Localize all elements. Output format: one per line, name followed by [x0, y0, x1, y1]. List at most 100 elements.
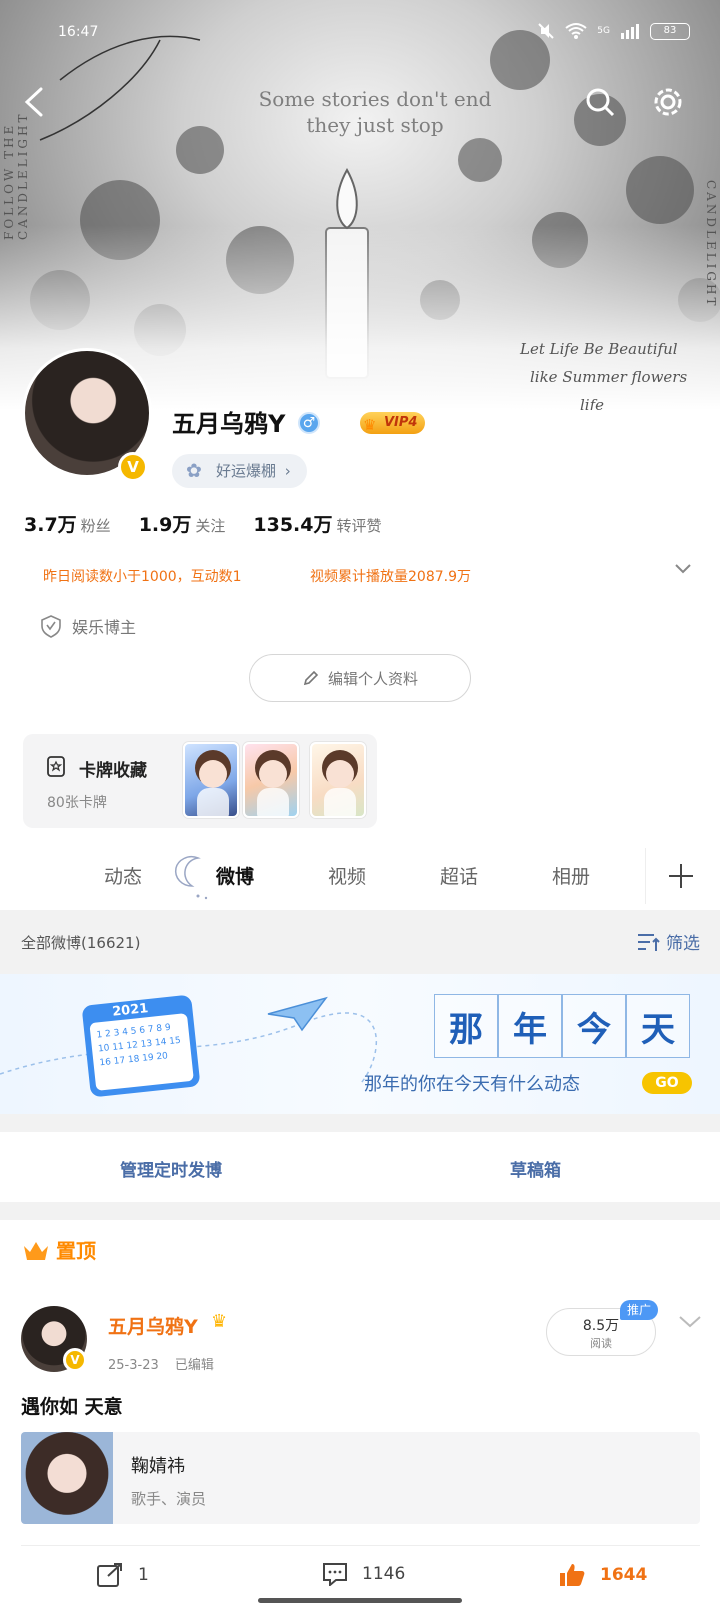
- paper-plane-icon: [267, 996, 328, 1032]
- status-time: 16:47: [58, 24, 99, 40]
- on-this-day-subtitle: 那年的你在今天有什么动态: [364, 1074, 580, 1095]
- all-posts-count: 全部微博(16621): [21, 934, 141, 952]
- drafts-button[interactable]: 草稿箱: [510, 1156, 561, 1181]
- stat-label: 转评赞: [336, 517, 382, 535]
- profile-username: 五月乌鸦Y: [172, 410, 286, 438]
- tab-super-topic[interactable]: 超话: [440, 862, 478, 889]
- read-stats-text: 昨日阅读数小于1000，互动数1: [43, 569, 242, 585]
- crown-icon: [24, 1241, 48, 1260]
- home-indicator: [258, 1598, 462, 1603]
- card-collection[interactable]: 卡牌收藏 80张卡牌: [23, 734, 377, 828]
- post-management-bar: 管理定时发博 草稿箱: [0, 1132, 720, 1202]
- role-tag: 娱乐博主: [40, 614, 136, 638]
- comment-count: 1146: [362, 1564, 406, 1584]
- like-button[interactable]: 1644: [558, 1562, 647, 1588]
- section-divider: [0, 1114, 720, 1132]
- moon-decoration-icon: [174, 856, 208, 900]
- tab-weibo[interactable]: 微博: [216, 862, 254, 889]
- video-stats-text: 视频累计播放量2087.9万: [310, 569, 471, 585]
- status-bar: 16:47 5G 83: [0, 22, 720, 46]
- like-count: 1644: [600, 1565, 648, 1585]
- banner-quote-line2: they just stop: [306, 113, 444, 137]
- crown-icon: ♛: [363, 416, 377, 434]
- profile-stats: 3.7万 粉丝 1.9万 关注 135.4万 转评赞: [24, 510, 382, 537]
- chevron-down-icon[interactable]: [678, 1314, 702, 1330]
- card-collection-count: 80张卡牌: [47, 795, 107, 811]
- luck-badge-button[interactable]: ✿ 好运爆棚 ›: [172, 454, 307, 488]
- stat-number: 3.7万: [24, 514, 77, 536]
- edit-profile-button[interactable]: 编辑个人资料: [249, 654, 471, 702]
- shared-profile-thumbnail: [21, 1432, 113, 1524]
- edit-profile-label: 编辑个人资料: [327, 669, 418, 688]
- card-collection-icon: [47, 756, 65, 777]
- shield-icon: [41, 615, 61, 638]
- pencil-icon: [303, 670, 319, 686]
- wifi-icon: [565, 23, 587, 39]
- repost-icon: [97, 1563, 122, 1587]
- luck-label: 好运爆棚: [216, 462, 277, 480]
- title-char: 今: [562, 994, 626, 1058]
- network-label: 5G: [597, 26, 610, 36]
- banner-side-text-left: FOLLOW THE CANDLELIGHT: [2, 111, 30, 240]
- filter-bar: 全部微博(16621) 筛选: [0, 910, 720, 974]
- stat-following[interactable]: 1.9万 关注: [139, 510, 226, 537]
- post-author-name[interactable]: 五月乌鸦Y: [108, 1312, 198, 1339]
- banner-side-text-right: CANDLELIGHT: [704, 180, 718, 309]
- male-icon: ♂: [298, 412, 320, 434]
- calendar-icon: 2021 1 2 3 4 5 6 7 8 9 10 11 12 13 14 15…: [81, 994, 201, 1098]
- chevron-down-icon[interactable]: [674, 560, 692, 578]
- profile-tabs: 动态 微博 视频 超话 相册: [0, 840, 720, 910]
- on-this-day-banner[interactable]: 2021 1 2 3 4 5 6 7 8 9 10 11 12 13 14 15…: [0, 974, 720, 1114]
- banner-script-line2: like Summer flowers: [530, 368, 688, 386]
- post-meta: 25-3-23 已编辑: [108, 1354, 214, 1373]
- comment-button[interactable]: 1146: [322, 1562, 405, 1586]
- calendar-dates: 1 2 3 4 5 6 7 8 9 10 11 12 13 14 15 16 1…: [89, 1013, 194, 1091]
- post-footer-divider: [21, 1545, 700, 1546]
- signal-icon: [621, 24, 639, 39]
- filter-icon: [638, 933, 660, 951]
- post-edited-label: 已编辑: [174, 1358, 214, 1373]
- post-time: 25-3-23: [108, 1358, 159, 1373]
- banner-script-line1: Let Life Be Beautiful: [520, 340, 678, 358]
- on-this-day-title: 那 年 今 天: [434, 994, 690, 1058]
- banner-script-line3: life: [580, 396, 605, 410]
- add-tab-button[interactable]: [645, 848, 715, 904]
- search-button[interactable]: [580, 82, 620, 122]
- stat-label: 关注: [195, 517, 226, 535]
- go-button[interactable]: GO: [642, 1072, 692, 1094]
- back-button[interactable]: [14, 82, 54, 122]
- tab-activity[interactable]: 动态: [104, 862, 142, 889]
- promote-badge[interactable]: 推广: [620, 1300, 659, 1320]
- comment-icon: [323, 1563, 347, 1586]
- banner-script: Let Life Be Beautiful like Summer flower…: [520, 335, 687, 410]
- read-label: 阅读: [590, 1337, 612, 1350]
- settings-button[interactable]: [648, 82, 688, 122]
- shared-profile-card[interactable]: 鞠婧祎 歌手、演员: [21, 1432, 700, 1524]
- clover-icon: ✿: [186, 460, 202, 482]
- battery-icon: 83: [650, 22, 690, 40]
- author-crown-icon: ♛: [211, 1311, 228, 1332]
- back-arrow-icon: [24, 87, 43, 117]
- card-thumbnail: [310, 742, 366, 818]
- verified-badge-icon: V: [63, 1348, 87, 1372]
- section-divider: [0, 1202, 720, 1220]
- banner-quote: Some stories don't end they just stop: [250, 86, 500, 138]
- mute-icon: [538, 23, 555, 39]
- stat-followers[interactable]: 3.7万 粉丝: [24, 510, 111, 537]
- vip-badge[interactable]: ♛ VIP4: [360, 412, 426, 434]
- filter-button[interactable]: 筛选: [636, 929, 700, 954]
- pinned-text: 置顶: [56, 1239, 96, 1263]
- tab-album[interactable]: 相册: [552, 862, 590, 889]
- chevron-right-icon: ›: [284, 462, 291, 480]
- scheduled-posts-button[interactable]: 管理定时发博: [120, 1156, 222, 1181]
- stat-interactions[interactable]: 135.4万 转评赞: [253, 510, 381, 537]
- tab-video[interactable]: 视频: [328, 862, 366, 889]
- status-icons: 5G 83: [537, 22, 690, 40]
- stat-number: 1.9万: [138, 514, 192, 536]
- card-thumbnail: [243, 742, 299, 818]
- profile-banner: Some stories don't end they just stop FO…: [0, 0, 720, 410]
- pinned-label: 置顶: [22, 1235, 96, 1264]
- title-char: 天: [626, 994, 690, 1058]
- stat-label: 粉丝: [80, 517, 111, 535]
- repost-button[interactable]: 1: [96, 1562, 149, 1588]
